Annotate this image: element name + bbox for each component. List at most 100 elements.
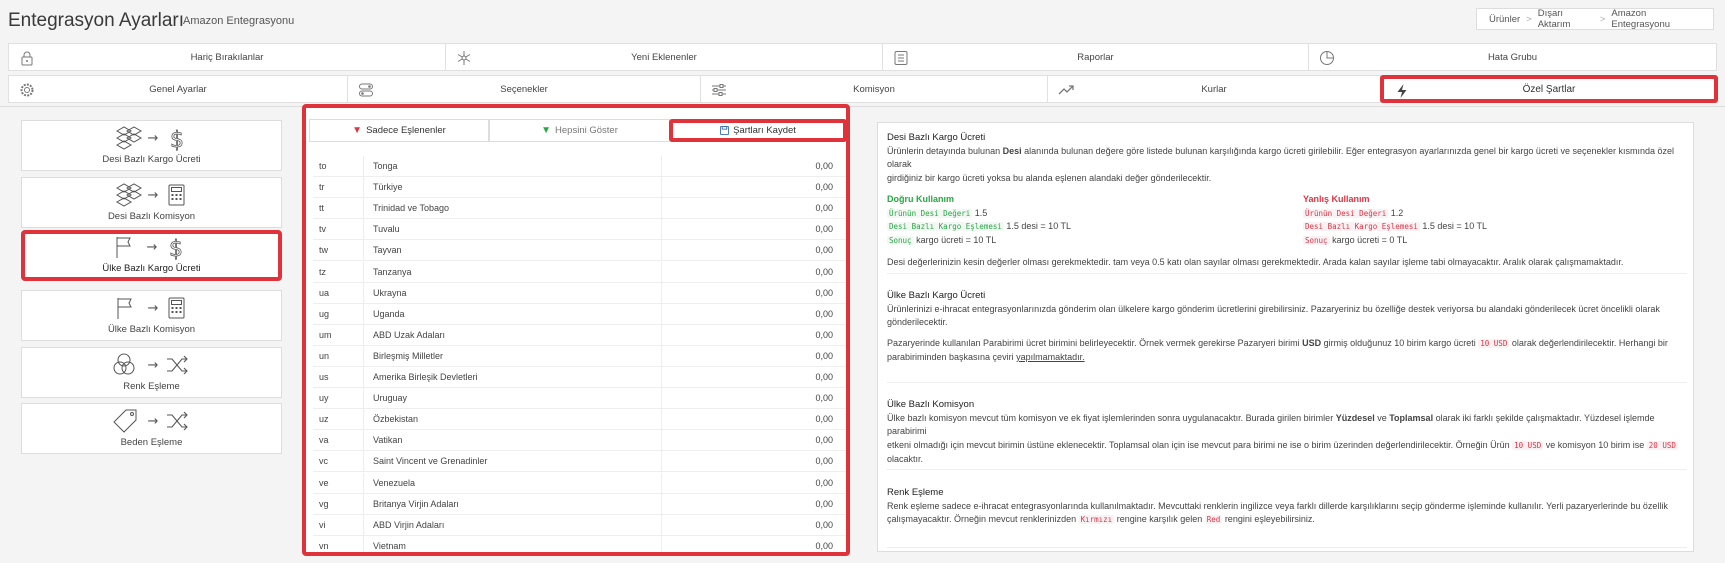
table-row: va Vatikan 0,00 — [313, 430, 846, 452]
tab-error-group[interactable]: Hata Grubu — [1308, 43, 1717, 71]
tab-rates[interactable]: Kurlar — [1047, 75, 1381, 103]
country-name: Birleşmiş Milletler — [373, 350, 444, 361]
fee-input[interactable]: 0,00 — [668, 414, 833, 424]
fee-input[interactable]: 0,00 — [668, 478, 833, 488]
section-divider — [887, 382, 1687, 383]
menu-country-commission[interactable]: → Ülke Bazlı Komisyon — [21, 290, 282, 341]
menu-label: Desi Bazlı Kargo Ücreti — [102, 154, 201, 165]
country-name: Tuvalu — [373, 224, 400, 235]
fee-input[interactable]: 0,00 — [668, 203, 833, 213]
svg-text:$: $ — [169, 237, 183, 260]
example-value: 1.5 desi = 10 TL — [1006, 221, 1072, 232]
fee-input[interactable]: 0,00 — [668, 182, 833, 192]
country-code: va — [319, 435, 329, 446]
flag-to-dollar-icon: → $ — [116, 237, 183, 260]
country-code: us — [319, 372, 329, 382]
arrow-icon: → — [147, 240, 158, 255]
fee-input[interactable]: 0,00 — [668, 499, 833, 509]
help-country-commission: Ülke Bazlı Komisyon Ülke bazlı komisyon … — [887, 398, 1687, 467]
table-row: vn Vietnam 0,00 — [313, 535, 846, 552]
tab-new-added[interactable]: Yeni Eklenenler — [445, 43, 883, 71]
fee-input[interactable]: 0,00 — [668, 245, 833, 255]
country-code: uz — [319, 414, 329, 425]
svg-text:$: $ — [170, 128, 184, 151]
tab-special-terms[interactable]: Özel Şartlar — [1380, 75, 1718, 103]
country-code: tt — [319, 203, 325, 214]
tab-general-settings[interactable]: Genel Ayarlar — [8, 75, 348, 103]
help-text: etkeni olmadığı için mevcut birimin üstü… — [887, 440, 1513, 451]
breadcrumb-item-products[interactable]: Ürünler — [1489, 14, 1520, 25]
country-name: Amerika Birleşik Devletleri — [373, 372, 478, 382]
help-panel: Desi Bazlı Kargo Ücreti Ürünlerin detayı… — [877, 122, 1694, 552]
tab-reports[interactable]: Raporlar — [882, 43, 1309, 71]
fee-input[interactable]: 0,00 — [668, 309, 833, 319]
help-text: girdiğiniz bir kargo ücreti yoksa bu ala… — [887, 173, 1212, 184]
pie-chart-icon — [1320, 51, 1334, 65]
colors-to-shuffle-icon: → — [113, 353, 188, 375]
tab-excluded[interactable]: Hariç Bırakılanlar — [8, 43, 446, 71]
example-value: kargo ücreti = 10 TL — [916, 234, 997, 245]
table-row: tw Tayvan 0,00 — [313, 240, 846, 262]
table-row: uy Uruguay 0,00 — [313, 388, 846, 410]
example-value: 1.2 — [1390, 207, 1404, 218]
tab-options[interactable]: Seçenekler — [347, 75, 701, 103]
fee-input[interactable]: 0,00 — [668, 435, 833, 445]
table-row: us Amerika Birleşik Devletleri 0,00 — [313, 367, 846, 388]
filter-matched-button[interactable]: ▼ Sadece Eşlenenler — [309, 119, 489, 142]
fee-input[interactable]: 0,00 — [668, 288, 833, 298]
fee-input[interactable]: 0,00 — [668, 161, 833, 171]
table-row: um ABD Uzak Adaları 0,00 — [313, 324, 846, 346]
tab-row-2: Genel Ayarlar Seçenekler Komisyon Kurlar… — [8, 75, 1718, 103]
menu-desi-commission[interactable]: → Desi Bazlı Komisyon — [21, 177, 282, 228]
help-bold: USD — [1302, 338, 1322, 349]
filter-icon: ▼ — [541, 125, 552, 136]
fee-input[interactable]: 0,00 — [668, 456, 833, 466]
help-text: parabiriminden başkasına çeviri — [887, 351, 1017, 362]
tab-label: Yeni Eklenenler — [631, 51, 697, 63]
show-all-button[interactable]: ▼ Hepsini Göster — [489, 119, 670, 142]
menu-desi-cargo-fee[interactable]: → $ Desi Bazlı Kargo Ücreti — [21, 120, 282, 171]
table-row: vi ABD Virjin Adaları 0,00 — [313, 514, 846, 536]
page-title: Entegrasyon Ayarları — [8, 10, 185, 31]
menu-color-mapping[interactable]: → Renk Eşleme — [21, 347, 282, 398]
country-name: Vietnam — [373, 540, 406, 551]
tab-commission[interactable]: Komisyon — [700, 75, 1048, 103]
country-code: tw — [319, 245, 328, 256]
fee-input[interactable]: 0,00 — [668, 372, 833, 382]
button-label: Hepsini Göster — [555, 125, 618, 136]
wrong-usage-example: Yanlış Kullanım Ürünün Desi Değeri 1.2 D… — [1303, 193, 1487, 248]
example-value: 1.5 — [974, 207, 988, 218]
example-value: 1.5 desi = 10 TL — [1422, 221, 1488, 232]
code-tag: Sonuç — [887, 235, 914, 245]
gear-icon — [20, 83, 34, 97]
country-code: um — [319, 329, 332, 340]
fee-input[interactable]: 0,00 — [668, 351, 833, 361]
country-code: vi — [319, 519, 326, 530]
fee-input[interactable]: 0,00 — [668, 267, 833, 277]
fee-input[interactable]: 0,00 — [668, 393, 833, 403]
fee-input[interactable]: 0,00 — [668, 330, 833, 340]
help-text: girmiş olduğunuz 10 birim kargo ücreti — [1321, 338, 1479, 349]
lightning-icon — [1397, 84, 1407, 98]
menu-label: Ülke Bazlı Komisyon — [107, 324, 196, 335]
country-code: vg — [319, 498, 329, 509]
snowflake-icon — [457, 51, 471, 65]
tab-label: Seçenekler — [500, 83, 548, 95]
help-bold: Toplamsal — [1389, 412, 1434, 423]
fee-input[interactable]: 0,00 — [668, 520, 833, 530]
fee-input[interactable]: 0,00 — [668, 541, 833, 551]
breadcrumb-item-amazon: Amazon Entegrasyonu — [1611, 8, 1671, 30]
country-name: Türkiye — [373, 182, 403, 193]
country-name: Saint Vincent ve Grenadinler — [373, 456, 488, 467]
country-code: tv — [319, 224, 327, 235]
code-tag: Ürünün Desi Değeri — [1303, 208, 1389, 218]
breadcrumb-item-export[interactable]: Dışarı Aktarım — [1538, 8, 1594, 30]
country-name: Trinidad ve Tobago — [373, 203, 450, 214]
table-row: vc Saint Vincent ve Grenadinler 0,00 — [313, 451, 846, 473]
code-tag: 10 USD — [1478, 339, 1510, 349]
menu-size-mapping[interactable]: → Beden Eşleme — [21, 403, 282, 454]
arrow-icon: → — [148, 188, 159, 203]
save-terms-button[interactable]: Şartları Kaydet — [669, 119, 847, 142]
menu-country-cargo-fee[interactable]: → $ Ülke Bazlı Kargo Ücreti — [21, 230, 282, 281]
fee-input[interactable]: 0,00 — [668, 224, 833, 234]
